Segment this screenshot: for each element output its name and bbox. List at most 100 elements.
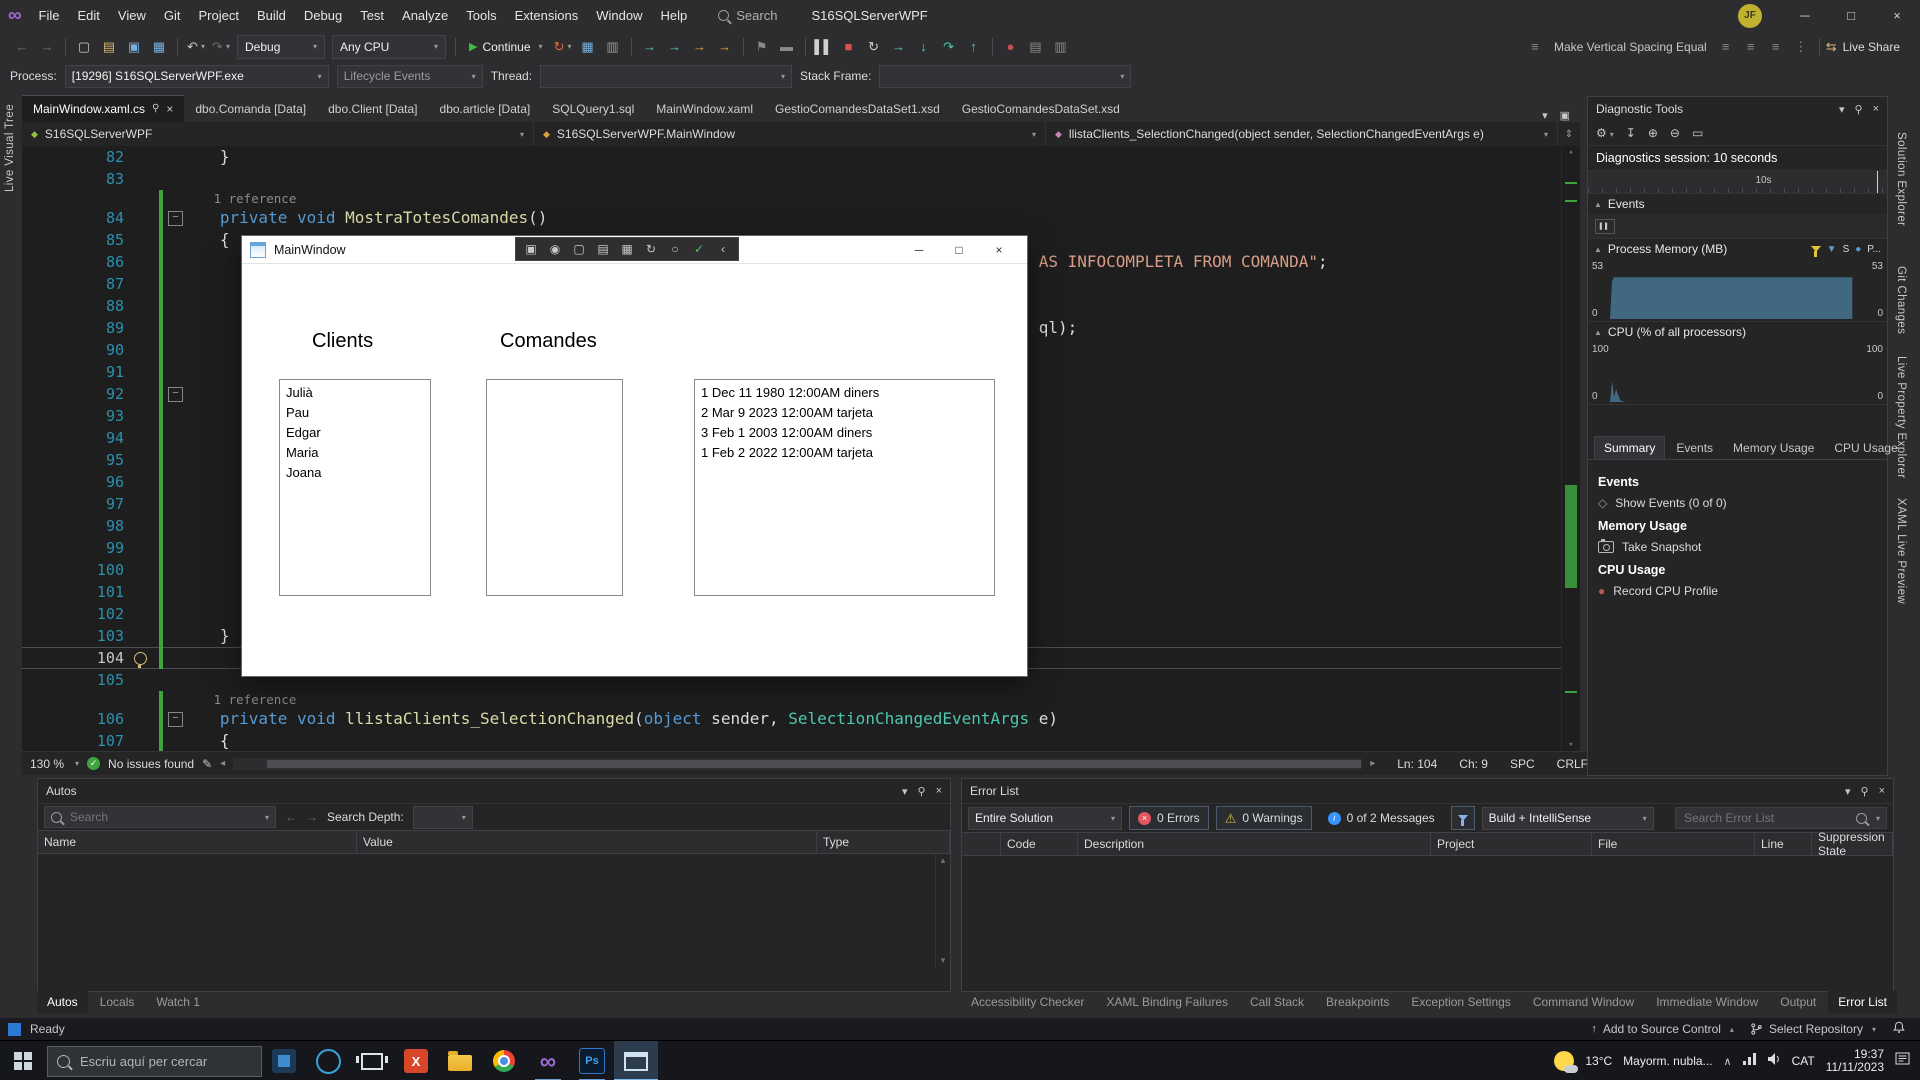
show-next-statement-icon[interactable]: → — [887, 35, 911, 59]
code-line-83[interactable]: 83 — [22, 168, 1580, 190]
comanda-item[interactable]: 1 Dec 11 1980 12:00AM diners — [695, 383, 994, 403]
taskbar-task-view-button[interactable] — [350, 1041, 394, 1080]
fold-collapse-icon[interactable]: – — [168, 386, 183, 402]
platform-select[interactable]: Any CPU ▾ — [332, 34, 446, 59]
code-line-84[interactable]: 84– private void MostraTotesComandes() — [22, 207, 1580, 229]
doc-tab-dbo-client-data[interactable]: dbo.Client [Data] — [317, 95, 428, 122]
edit-mode-icon[interactable]: ✎ — [202, 757, 212, 771]
zoom-in-icon[interactable]: ⊕ — [1648, 126, 1658, 140]
doc-tab-sqlquery1-sql[interactable]: SQLQuery1.sql — [541, 95, 645, 122]
tray-expand-icon[interactable]: ∧ — [1724, 1055, 1732, 1068]
goto-implementation-icon[interactable]: → — [713, 35, 737, 59]
side-tab-solution-explorer[interactable]: Solution Explorer — [1895, 132, 1907, 226]
close-panel-icon[interactable]: × — [936, 785, 942, 797]
xaml-hot-reload-ok-icon[interactable]: ✓ — [688, 242, 710, 256]
pin-icon[interactable]: ⚲ — [152, 103, 159, 114]
float-window-icon[interactable]: ▣ — [1560, 109, 1570, 122]
errorlist-column-code[interactable]: Code — [1001, 833, 1078, 855]
close-button[interactable]: × — [1874, 0, 1920, 31]
panel-tab-watch-1[interactable]: Watch 1 — [146, 991, 210, 1013]
breadcrumb-seg-1[interactable]: ◆ S16SQLServerWPF.MainWindow ▾ — [534, 122, 1046, 146]
lifecycle-events-button[interactable]: Lifecycle Events ▾ — [336, 64, 483, 88]
taskbar-app-blue-circle[interactable] — [306, 1041, 350, 1080]
redo-icon[interactable]: ↷ ▾ — [209, 35, 233, 59]
zoom-out-icon[interactable]: ⊖ — [1670, 126, 1680, 140]
diag-tab-memory-usage[interactable]: Memory Usage — [1724, 437, 1823, 459]
tab-list-dropdown-icon[interactable]: ▾ — [1542, 109, 1548, 122]
wpf-maximize-button[interactable]: □ — [939, 237, 979, 263]
screenshot-icon[interactable]: ◉ — [544, 242, 566, 256]
taskbar-clock[interactable]: 19:37 11/11/2023 — [1826, 1048, 1884, 1074]
doc-tab-dbo-article-data[interactable]: dbo.article [Data] — [429, 95, 542, 122]
errorlist-column-file[interactable]: File — [1592, 833, 1755, 855]
build-intellisense-select[interactable]: Build + IntelliSense ▾ — [1481, 806, 1654, 830]
pin-icon[interactable]: ⚲ — [1861, 785, 1869, 798]
panel-tab-exception-settings[interactable]: Exception Settings — [1401, 991, 1520, 1013]
errorlist-column-line[interactable]: Line — [1755, 833, 1812, 855]
autos-search-input[interactable]: ▾ — [44, 806, 276, 828]
doc-tab-mainwindow-xaml-cs[interactable]: MainWindow.xaml.cs ⚲ × — [22, 95, 185, 122]
panel-tab-locals[interactable]: Locals — [90, 991, 145, 1013]
taskbar-app-visual-studio[interactable]: ∞ — [526, 1041, 570, 1080]
process-select[interactable]: [19296] S16SQLServerWPF.exe ▾ — [64, 64, 329, 88]
show-events-link[interactable]: ◇ Show Events (0 of 0) — [1598, 496, 1877, 510]
editor-horizontal-scrollbar[interactable] — [233, 757, 1363, 770]
window-position-icon[interactable]: ▾ — [1839, 103, 1845, 116]
navigate-forward-code-icon[interactable]: → — [663, 35, 687, 59]
bookmark-icon[interactable]: ⚑ — [750, 35, 774, 59]
taskbar-app-file-explorer[interactable] — [438, 1041, 482, 1080]
menu-test[interactable]: Test — [351, 0, 393, 31]
error-scope-select[interactable]: Entire Solution ▾ — [968, 806, 1122, 830]
filter-button[interactable] — [1450, 806, 1475, 830]
menu-build[interactable]: Build — [248, 0, 295, 31]
pin-icon[interactable]: ⚲ — [918, 785, 926, 798]
wpf-close-button[interactable]: × — [979, 237, 1019, 263]
pause-events-icon[interactable]: ▌▌ — [1595, 219, 1615, 234]
codelens-row[interactable]: 1 reference — [22, 691, 1580, 708]
window-position-icon[interactable]: ▾ — [1845, 785, 1851, 798]
errorlist-column-suppression-state[interactable]: Suppression State — [1812, 830, 1893, 858]
new-file-icon[interactable]: ▢ — [72, 35, 96, 59]
breadcrumb-seg-0[interactable]: ◆ S16SQLServerWPF ▾ — [22, 122, 534, 146]
taskbar-app-chrome[interactable] — [482, 1041, 526, 1080]
minimize-button[interactable]: ─ — [1782, 0, 1828, 31]
taskbar-search-input[interactable] — [47, 1045, 262, 1077]
menu-project[interactable]: Project — [189, 0, 247, 31]
language-indicator[interactable]: CAT — [1792, 1054, 1815, 1068]
expand-navigation-icon[interactable]: ⇕ — [1558, 122, 1580, 146]
menu-edit[interactable]: Edit — [69, 0, 109, 31]
debug-config-select[interactable]: Debug ▾ — [237, 34, 325, 59]
comanda-item[interactable]: 2 Mar 9 2023 12:00AM tarjeta — [695, 403, 994, 423]
zoom-select[interactable]: 130 % — [30, 757, 64, 771]
select-repository-button[interactable]: Select Repository ▾ — [1750, 1022, 1876, 1036]
spaces-indicator[interactable]: SPC — [1510, 757, 1535, 771]
doc-tab-mainwindow-xaml[interactable]: MainWindow.xaml — [645, 95, 764, 122]
errors-filter-toggle[interactable]: × 0 Errors — [1129, 806, 1209, 830]
stack-frame-select[interactable]: ▾ — [879, 64, 1132, 88]
error-list-search-input[interactable]: ▾ — [1675, 807, 1887, 829]
side-tab-git-changes[interactable]: Git Changes — [1895, 266, 1907, 334]
window-position-icon[interactable]: ▾ — [902, 785, 908, 798]
close-tab-icon[interactable]: × — [166, 102, 173, 116]
taskbar-app-orange-x[interactable]: X — [394, 1041, 438, 1080]
errorlist-column-project[interactable]: Project — [1431, 833, 1592, 855]
side-tab-live-visual-tree[interactable]: Live Visual Tree — [4, 104, 16, 192]
autos-column-value[interactable]: Value — [357, 831, 817, 853]
breakpoints-window-icon[interactable]: ● — [999, 35, 1023, 59]
collapse-overlay-icon[interactable]: ‹ — [712, 242, 734, 256]
line-ending-indicator[interactable]: CRLF — [1557, 757, 1588, 771]
output-window-icon[interactable]: ▤ — [1024, 35, 1048, 59]
show-adorners-icon[interactable]: ▤ — [592, 242, 614, 256]
step-over-icon[interactable]: ↷ — [937, 35, 961, 59]
errorlist-column-description[interactable]: Description — [1078, 833, 1431, 855]
feedback-icon[interactable] — [8, 1022, 21, 1036]
save-icon[interactable]: ▣ — [122, 35, 146, 59]
restart-icon[interactable]: ↻ — [862, 35, 886, 59]
comandes-detail-listbox[interactable]: 1 Dec 11 1980 12:00AM diners 2 Mar 9 2023… — [694, 379, 995, 596]
menu-debug[interactable]: Debug — [295, 0, 351, 31]
diag-tab-events[interactable]: Events — [1667, 437, 1722, 459]
reset-view-icon[interactable]: ▭ — [1692, 126, 1703, 140]
code-line-82[interactable]: 82 } — [22, 146, 1580, 168]
panel-tab-call-stack[interactable]: Call Stack — [1240, 991, 1314, 1013]
autos-column-type[interactable]: Type — [817, 831, 950, 853]
